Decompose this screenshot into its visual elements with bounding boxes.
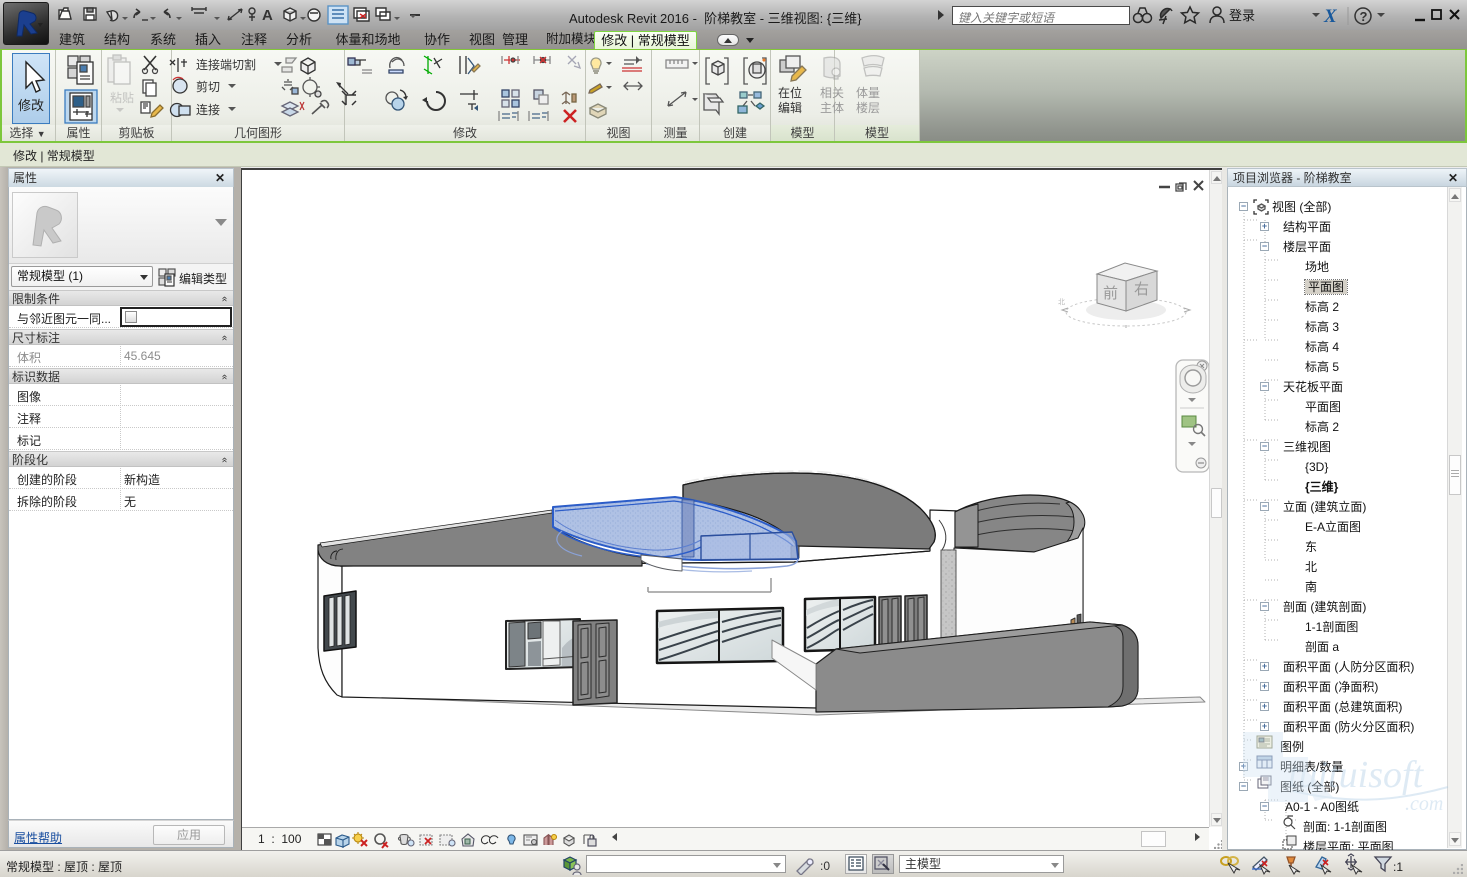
svg-text:连接: 连接 bbox=[196, 102, 220, 117]
svg-text:体量: 体量 bbox=[856, 86, 880, 100]
svg-text:右: 右 bbox=[1134, 281, 1149, 298]
svg-text:前: 前 bbox=[1103, 285, 1118, 302]
svg-text:粘贴: 粘贴 bbox=[110, 90, 134, 105]
svg-text:编辑: 编辑 bbox=[778, 100, 802, 115]
svg-text:A: A bbox=[262, 7, 273, 24]
svg-text:在位: 在位 bbox=[778, 85, 802, 100]
svg-text:楼层: 楼层 bbox=[856, 100, 880, 115]
svg-text:剪切: 剪切 bbox=[196, 79, 220, 94]
svg-text:修改: 修改 bbox=[18, 98, 44, 113]
svg-text:连接端切割: 连接端切割 bbox=[196, 57, 256, 72]
svg-text:?: ? bbox=[1360, 9, 1368, 24]
svg-text:主体: 主体 bbox=[820, 101, 844, 115]
svg-text:登录: 登录 bbox=[1229, 8, 1255, 23]
svg-text::0: :0 bbox=[820, 859, 830, 873]
svg-text::1: :1 bbox=[1393, 860, 1403, 874]
svg-text:北: 北 bbox=[1058, 298, 1065, 306]
svg-text:相关: 相关 bbox=[820, 86, 844, 100]
svg-text:X: X bbox=[1323, 6, 1338, 27]
